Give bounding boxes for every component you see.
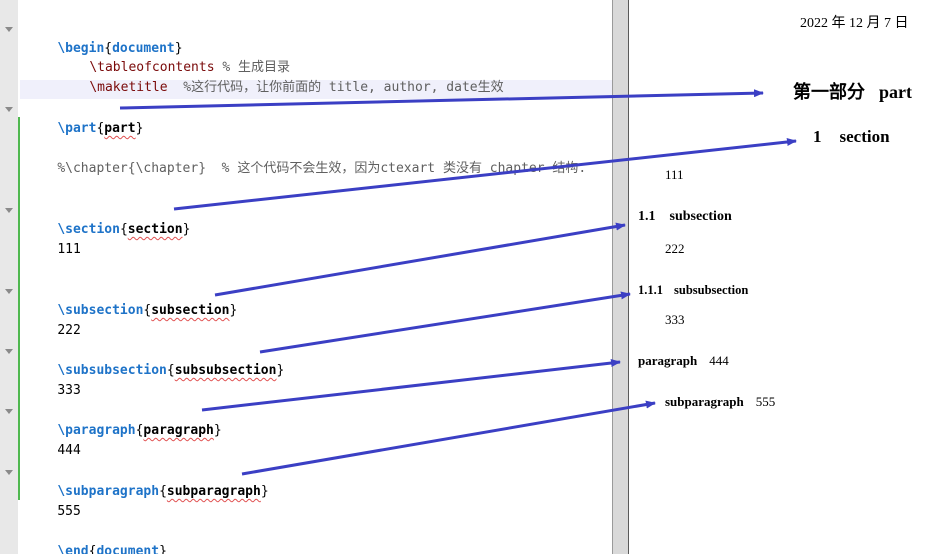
preview-subsection-body: 222 <box>665 241 685 256</box>
code-line-subsubsection-text[interactable]: 333 <box>26 362 80 398</box>
command-argument: subsection <box>151 303 230 318</box>
preview-section-body: 111 <box>665 167 684 182</box>
fold-icon[interactable] <box>5 208 13 213</box>
fold-icon[interactable] <box>5 349 13 354</box>
code-line-tableofcontents[interactable]: \tableofcontents % 生成目录 <box>26 39 290 75</box>
subsection-title: subsection <box>669 209 732 224</box>
code-line-section[interactable]: \section{section} <box>26 201 190 237</box>
latex-command: \part <box>57 121 97 136</box>
preview-section-heading: 1 section <box>813 127 890 147</box>
code-line-subsection-text[interactable]: 222 <box>26 302 80 338</box>
brace: } <box>260 484 269 499</box>
code-line-begin[interactable]: \begin{document} <box>26 20 182 56</box>
latex-editor[interactable]: \begin{document} \tableofcontents % 生成目录… <box>0 0 612 554</box>
subparagraph-body: 555 <box>755 394 776 409</box>
brace: } <box>182 222 191 237</box>
brace: } <box>159 544 167 554</box>
part-label: 第一部分 <box>793 82 865 102</box>
brace: { <box>119 222 128 237</box>
part-title: part <box>879 82 912 102</box>
document-date: 2022 年 12 月 7 日 <box>800 16 909 31</box>
code-line-end[interactable]: \end{document} <box>26 523 167 554</box>
command-argument: subsubsection <box>174 363 277 378</box>
scope-indicator <box>18 117 20 500</box>
code-comment: %这行代码，让你前面的 title, author, date生效 <box>167 80 504 95</box>
subsection-number: 1.1 <box>638 209 656 224</box>
fold-icon[interactable] <box>5 470 13 475</box>
brace: } <box>229 303 238 318</box>
environment-name: document <box>96 544 160 554</box>
brace: } <box>213 423 222 438</box>
code-line-section-text[interactable]: 111 <box>26 221 80 257</box>
preview-paragraph: paragraph 444 <box>638 353 729 369</box>
body-text: 444 <box>57 443 81 458</box>
subsubsection-number: 1.1.1 <box>638 283 663 297</box>
subsubsection-title: subsubsection <box>674 283 749 297</box>
preview-subsubsection-body: 333 <box>665 312 685 327</box>
code-line-subparagraph[interactable]: \subparagraph{subparagraph} <box>26 463 268 499</box>
body-text: 111 <box>57 242 81 257</box>
brace: } <box>276 363 285 378</box>
fold-icon[interactable] <box>5 27 13 32</box>
preview-subparagraph: subparagraph 555 <box>665 394 775 410</box>
code-line-chapter-comment[interactable]: %\chapter{\chapter} % 这个代码不会生效，因为ctexart… <box>26 140 586 176</box>
paragraph-title: paragraph <box>638 353 698 368</box>
body-text: 333 <box>57 383 81 398</box>
command-argument: section <box>127 222 183 237</box>
preview-subsection-heading: 1.1 subsection <box>638 209 732 225</box>
section-title: section <box>839 127 890 146</box>
command-argument: subparagraph <box>166 484 261 499</box>
brace: { <box>166 363 175 378</box>
code-line-subsubsection[interactable]: \subsubsection{subsubsection} <box>26 342 284 378</box>
fold-icon[interactable] <box>5 289 13 294</box>
code-line-subsection[interactable]: \subsection{subsection} <box>26 282 237 318</box>
code-line-paragraph[interactable]: \paragraph{paragraph} <box>26 402 221 438</box>
body-text: 222 <box>57 323 81 338</box>
code-line-maketitle[interactable]: \maketitle %这行代码，让你前面的 title, author, da… <box>26 59 503 95</box>
command-argument: paragraph <box>143 423 214 438</box>
latex-command: \end <box>57 544 89 554</box>
latex-command: \maketitle <box>89 80 168 95</box>
brace: { <box>159 484 167 499</box>
fold-icon[interactable] <box>5 409 13 414</box>
pdf-preview[interactable]: 2022 年 12 月 7 日 第一部分 part 1 section 111 1.… <box>630 0 945 554</box>
preview-subsubsection-heading: 1.1.1 subsubsection <box>638 283 748 298</box>
subparagraph-title: subparagraph <box>665 394 744 409</box>
paragraph-body: 444 <box>709 353 729 368</box>
code-line-paragraph-text[interactable]: 444 <box>26 422 80 458</box>
preview-part-heading: 第一部分 part <box>793 78 912 104</box>
code-comment: %\chapter{\chapter} % 这个代码不会生效，因为ctexart… <box>57 161 587 176</box>
brace: } <box>135 121 144 136</box>
command-argument: part <box>104 121 136 136</box>
section-number: 1 <box>813 127 822 146</box>
code-line-subparagraph-text[interactable]: 555 <box>26 483 80 519</box>
body-text: 555 <box>57 504 81 519</box>
fold-icon[interactable] <box>5 107 13 112</box>
code-line-part[interactable]: \part{part} <box>26 100 143 136</box>
pane-splitter[interactable] <box>612 0 629 554</box>
